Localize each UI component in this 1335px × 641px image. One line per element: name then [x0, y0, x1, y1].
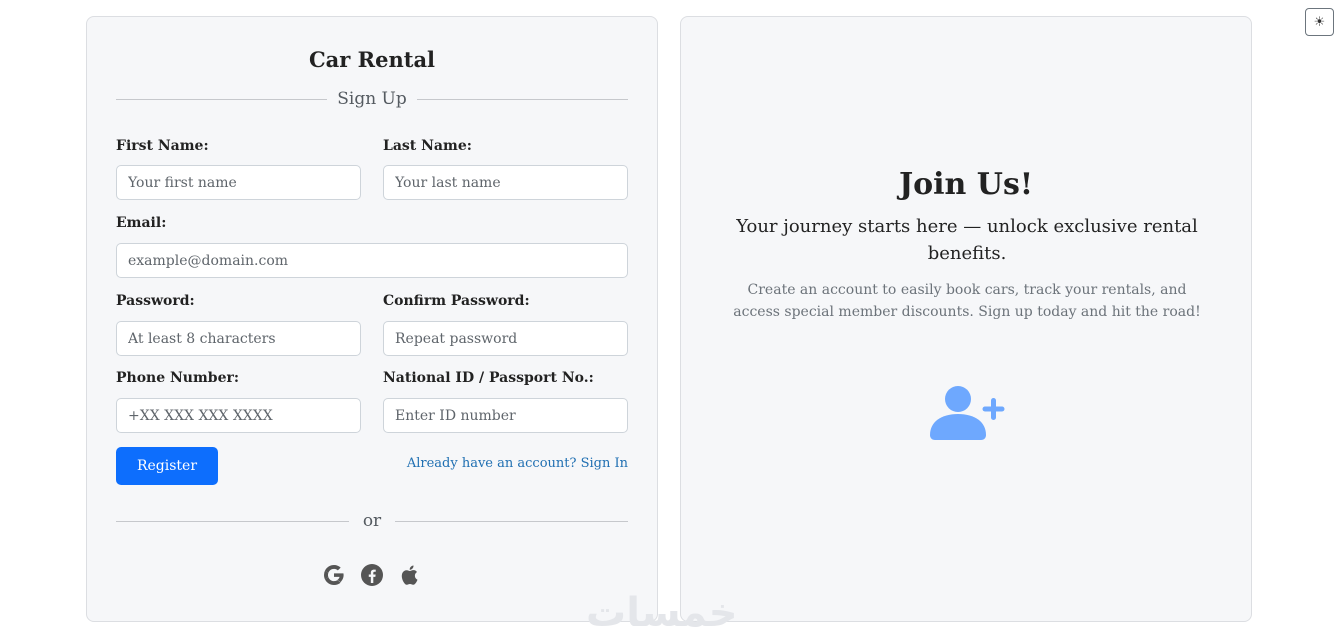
sign-in-link[interactable]: Already have an account? Sign In [407, 456, 628, 471]
sun-icon: ☀ [1313, 14, 1326, 30]
or-text: or [362, 511, 382, 531]
promo-description: Create an account to easily book cars, t… [733, 282, 1201, 320]
divider-line [395, 520, 628, 522]
password-input[interactable] [116, 321, 361, 356]
signup-card: Car Rental Sign Up First Name: Last Name… [86, 16, 658, 622]
first-name-label: First Name: [116, 138, 209, 154]
national-id-input[interactable] [383, 398, 628, 433]
promo-card: Join Us! Your journey starts here — unlo… [680, 16, 1252, 622]
section-divider: Sign Up [116, 89, 628, 109]
theme-toggle-button[interactable]: ☀ [1305, 8, 1334, 36]
last-name-input[interactable] [383, 165, 628, 200]
confirm-password-label: Confirm Password: [383, 293, 530, 309]
or-divider: or [116, 511, 628, 531]
user-plus-icon [928, 383, 1006, 443]
google-icon[interactable] [322, 563, 346, 587]
section-title: Sign Up [337, 89, 407, 109]
confirm-password-input[interactable] [383, 321, 628, 356]
social-login-group [87, 563, 657, 587]
divider-line [116, 520, 349, 522]
national-id-label: National ID / Passport No.: [383, 370, 594, 386]
divider-line [416, 98, 628, 100]
last-name-label: Last Name: [383, 138, 472, 154]
email-label: Email: [116, 215, 167, 231]
password-label: Password: [116, 293, 195, 309]
first-name-input[interactable] [116, 165, 361, 200]
facebook-icon[interactable] [360, 563, 384, 587]
apple-icon[interactable] [398, 563, 422, 587]
promo-subtitle: Your journey starts here — unlock exclus… [736, 216, 1198, 264]
email-input[interactable] [116, 243, 628, 278]
divider-line [116, 98, 328, 100]
app-title: Car Rental [308, 47, 436, 72]
phone-input[interactable] [116, 398, 361, 433]
watermark-logo: خمسات [586, 590, 738, 636]
phone-label: Phone Number: [116, 370, 240, 386]
promo-title: Join Us! [898, 167, 1034, 202]
register-button[interactable]: Register [116, 447, 218, 485]
